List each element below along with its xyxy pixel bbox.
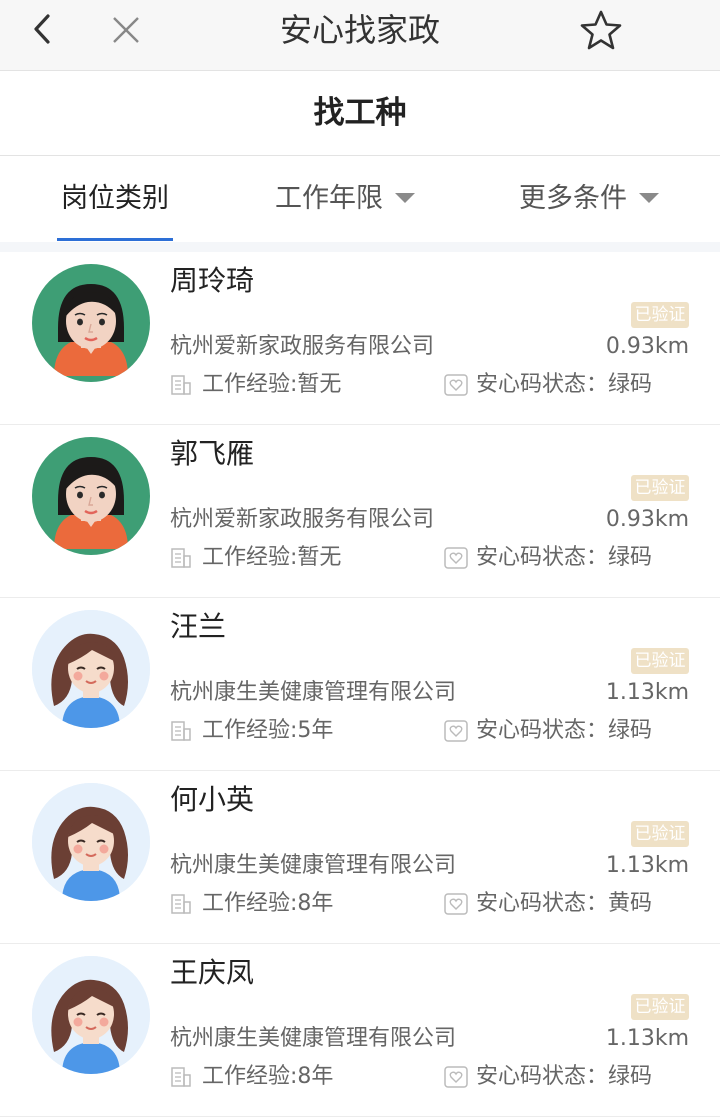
section-divider xyxy=(0,242,720,252)
experience-text: 工作经验:暂无 xyxy=(202,545,342,570)
worker-list-item[interactable]: 郭飞雁 已验证 杭州爱新家政服务有限公司 0.93km 工作经验:暂无 安心码状… xyxy=(0,425,720,598)
experience-info: 工作经验:暂无 xyxy=(170,543,341,573)
worker-company: 杭州爱新家政服务有限公司 xyxy=(170,334,435,359)
experience-text: 工作经验:暂无 xyxy=(202,372,342,397)
worker-name: 汪兰 xyxy=(170,610,227,643)
worker-name: 王庆凤 xyxy=(170,956,255,989)
worker-list-item[interactable]: 周玲琦 已验证 杭州爱新家政服务有限公司 0.93km 工作经验:暂无 安心码状… xyxy=(0,252,720,425)
heart-shield-icon xyxy=(444,893,468,915)
heart-shield-icon xyxy=(444,1066,468,1088)
worker-name: 郭飞雁 xyxy=(170,437,255,470)
worker-distance: 0.93km xyxy=(605,507,689,532)
worker-distance: 1.13km xyxy=(605,853,689,878)
experience-text: 工作经验:8年 xyxy=(202,891,334,916)
woman-green-avatar-icon xyxy=(32,437,150,555)
experience-info: 工作经验:暂无 xyxy=(170,370,341,400)
filter-work-years-label: 工作年限 xyxy=(275,183,383,214)
health-code-text: 安心码状态：绿码 xyxy=(476,372,653,397)
worker-distance: 0.93km xyxy=(605,334,689,359)
experience-info: 工作经验:5年 xyxy=(170,716,333,746)
verified-badge: 已验证 xyxy=(631,302,689,328)
top-navigation-bar: 安心找家政 xyxy=(0,0,720,71)
health-code-text: 安心码状态：绿码 xyxy=(476,718,653,743)
woman-blue-avatar-icon xyxy=(32,783,150,901)
verified-badge: 已验证 xyxy=(631,994,689,1020)
page-subtitle: 找工种 xyxy=(0,71,720,156)
dropdown-caret-icon xyxy=(395,192,415,203)
worker-company: 杭州康生美健康管理有限公司 xyxy=(170,1026,457,1051)
active-filter-indicator xyxy=(57,238,173,241)
experience-info: 工作经验:8年 xyxy=(170,889,333,919)
health-code-info: 安心码状态：绿码 xyxy=(444,1062,652,1092)
worker-name: 何小英 xyxy=(170,783,255,816)
health-code-text: 安心码状态：绿码 xyxy=(476,545,653,570)
woman-blue-avatar-icon xyxy=(32,956,150,1074)
worker-distance: 1.13km xyxy=(605,1026,689,1051)
health-code-info: 安心码状态：绿码 xyxy=(444,543,652,573)
experience-info: 工作经验:8年 xyxy=(170,1062,333,1092)
filter-more-conditions[interactable]: 更多条件 xyxy=(519,156,659,242)
verified-badge: 已验证 xyxy=(631,475,689,501)
favorite-star-icon[interactable] xyxy=(578,8,624,52)
heart-shield-icon xyxy=(444,547,468,569)
experience-text: 工作经验:8年 xyxy=(202,1064,334,1089)
filter-job-category[interactable]: 岗位类别 xyxy=(61,156,169,242)
worker-list-item[interactable]: 何小英 已验证 杭州康生美健康管理有限公司 1.13km 工作经验:8年 安心码… xyxy=(0,771,720,944)
building-icon xyxy=(171,1067,191,1087)
filter-work-years[interactable]: 工作年限 xyxy=(275,156,415,242)
health-code-info: 安心码状态：绿码 xyxy=(444,716,652,746)
health-code-info: 安心码状态：黄码 xyxy=(444,889,652,919)
health-code-text: 安心码状态：黄码 xyxy=(476,891,653,916)
filter-job-category-label: 岗位类别 xyxy=(61,183,169,214)
worker-company: 杭州康生美健康管理有限公司 xyxy=(170,853,457,878)
filter-more-conditions-label: 更多条件 xyxy=(519,183,627,214)
health-code-text: 安心码状态：绿码 xyxy=(476,1064,653,1089)
experience-text: 工作经验:5年 xyxy=(202,718,334,743)
worker-company: 杭州康生美健康管理有限公司 xyxy=(170,680,457,705)
filter-bar: 岗位类别 工作年限 更多条件 xyxy=(0,156,720,242)
woman-green-avatar-icon xyxy=(32,264,150,382)
verified-badge: 已验证 xyxy=(631,821,689,847)
dropdown-caret-icon xyxy=(639,192,659,203)
verified-badge: 已验证 xyxy=(631,648,689,674)
building-icon xyxy=(171,548,191,568)
building-icon xyxy=(171,721,191,741)
worker-distance: 1.13km xyxy=(605,680,689,705)
worker-name: 周玲琦 xyxy=(170,264,255,297)
heart-shield-icon xyxy=(444,374,468,396)
woman-blue-avatar-icon xyxy=(32,610,150,728)
worker-list: 周玲琦 已验证 杭州爱新家政服务有限公司 0.93km 工作经验:暂无 安心码状… xyxy=(0,252,720,1117)
worker-list-item[interactable]: 王庆凤 已验证 杭州康生美健康管理有限公司 1.13km 工作经验:8年 安心码… xyxy=(0,944,720,1117)
building-icon xyxy=(171,375,191,395)
heart-shield-icon xyxy=(444,720,468,742)
building-icon xyxy=(171,894,191,914)
worker-list-item[interactable]: 汪兰 已验证 杭州康生美健康管理有限公司 1.13km 工作经验:5年 安心码状… xyxy=(0,598,720,771)
worker-company: 杭州爱新家政服务有限公司 xyxy=(170,507,435,532)
health-code-info: 安心码状态：绿码 xyxy=(444,370,652,400)
